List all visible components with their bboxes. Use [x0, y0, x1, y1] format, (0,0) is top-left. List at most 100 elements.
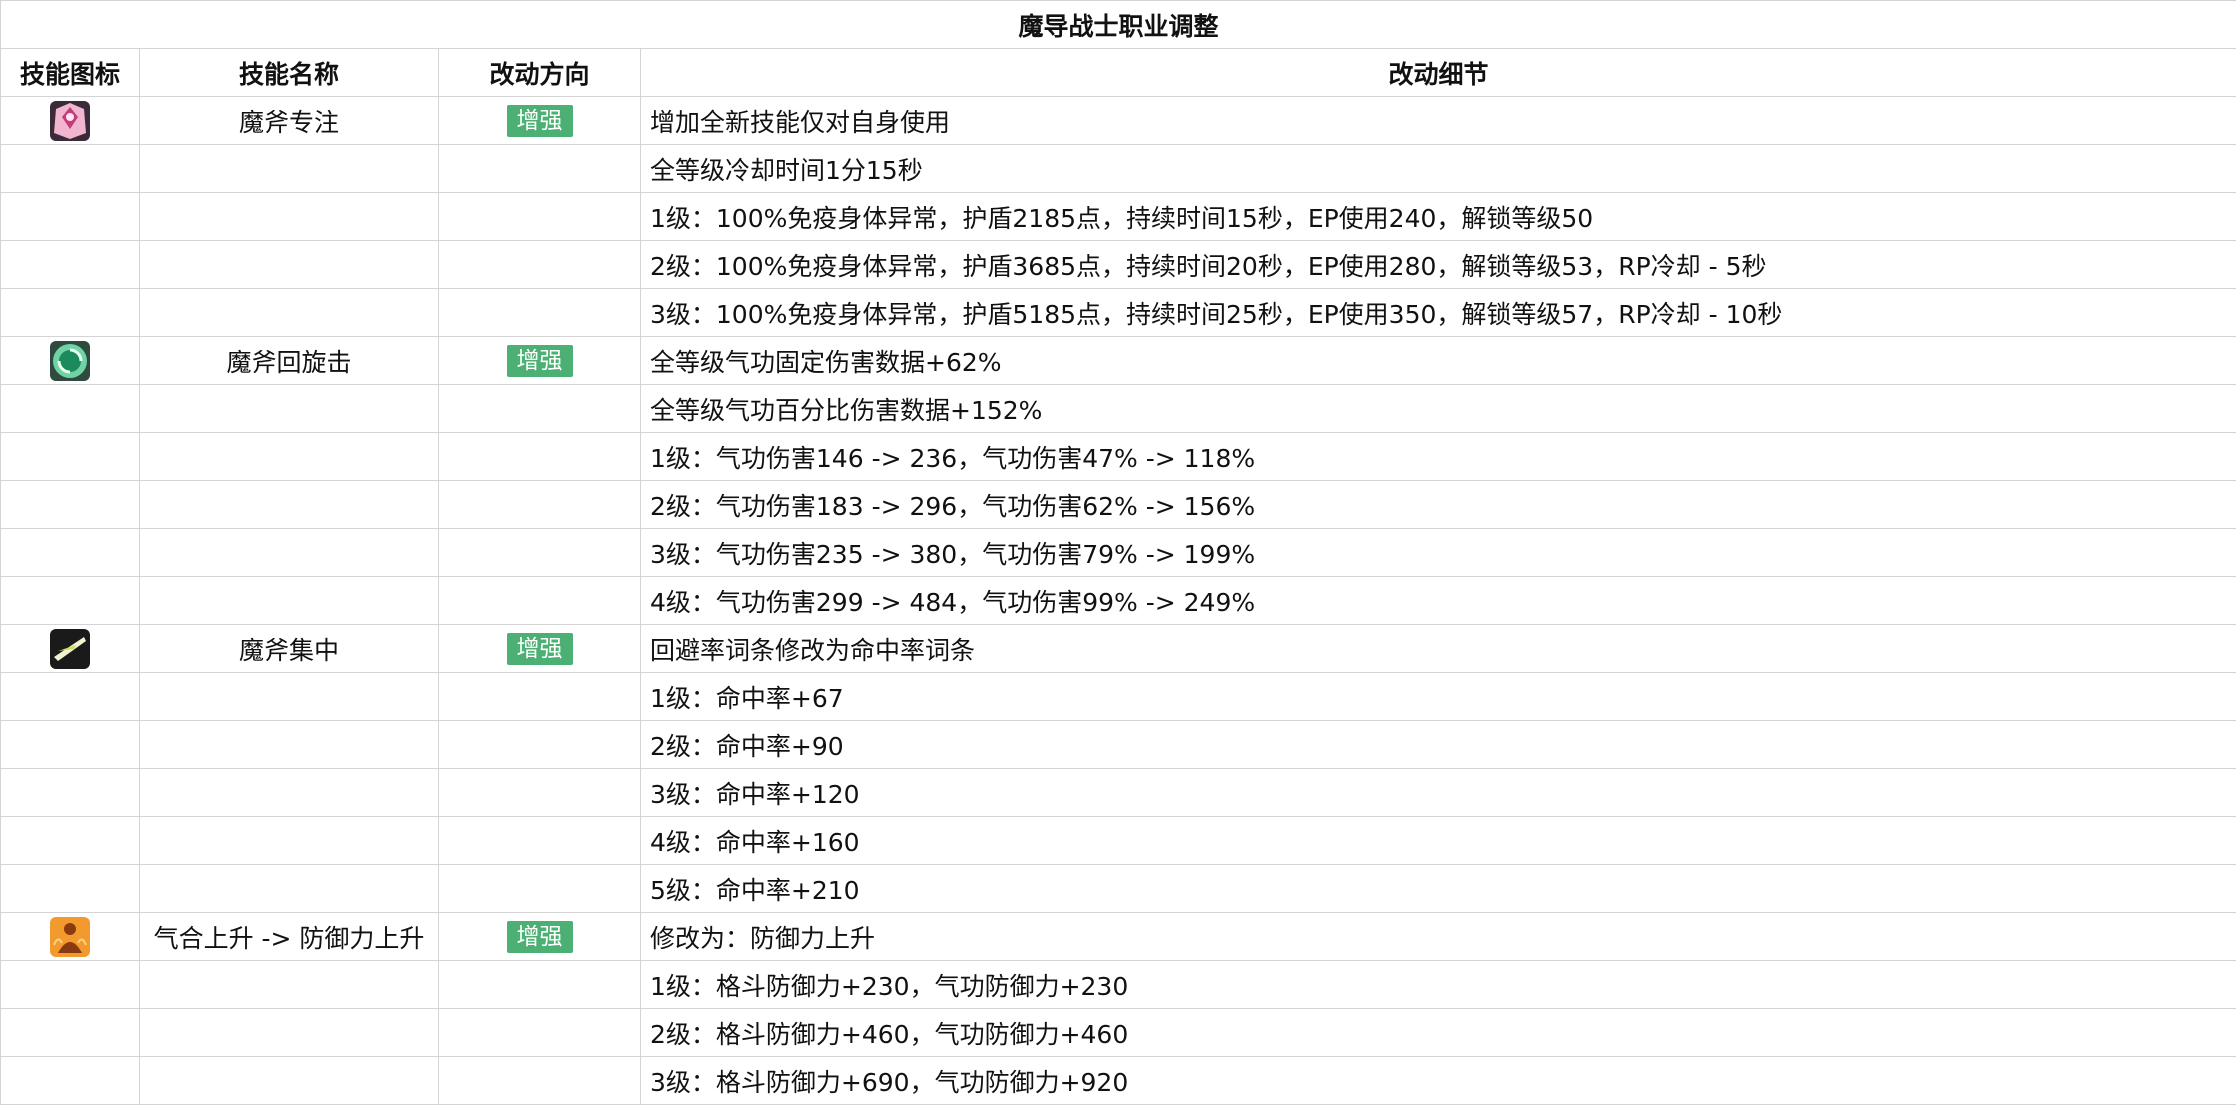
- icon-cell: [0, 816, 140, 865]
- direction-cell: [438, 528, 641, 577]
- table-row: 气合上升 -> 防御力上升 增强 修改为：防御力上升: [0, 912, 2236, 961]
- table-row: 3级：气功伤害235 -> 380，气功伤害79% -> 199%: [0, 528, 2236, 577]
- direction-cell: [438, 672, 641, 721]
- direction-cell: 增强: [438, 96, 641, 145]
- skill-name: 气合上升 -> 防御力上升: [139, 912, 439, 961]
- detail-cell: 5级：命中率+210: [639, 864, 2236, 913]
- direction-badge: 增强: [506, 104, 573, 137]
- slash-icon: [48, 628, 92, 669]
- table-row: 4级：命中率+160: [0, 816, 2236, 865]
- skill-name: [139, 816, 439, 865]
- table-row: 1级：命中率+67: [0, 672, 2236, 721]
- detail-cell: 2级：100%免疫身体异常，护盾3685点，持续时间20秒，EP使用280，解锁…: [639, 240, 2236, 289]
- direction-cell: [438, 720, 641, 769]
- icon-cell: [0, 192, 140, 241]
- table-row: 3级：命中率+120: [0, 768, 2236, 817]
- header-direction: 改动方向: [438, 48, 641, 97]
- icon-cell: [0, 864, 140, 913]
- direction-cell: [438, 864, 641, 913]
- icon-cell: [0, 480, 140, 529]
- direction-cell: [438, 480, 641, 529]
- detail-cell: 4级：命中率+160: [639, 816, 2236, 865]
- direction-badge: 增强: [506, 344, 573, 377]
- detail-cell: 3级：命中率+120: [639, 768, 2236, 817]
- detail-cell: 2级：命中率+90: [639, 720, 2236, 769]
- direction-cell: 增强: [438, 912, 641, 961]
- skill-name: 魔斧集中: [139, 624, 439, 673]
- skill-name: [139, 672, 439, 721]
- icon-cell: [0, 624, 140, 673]
- detail-cell: 3级：100%免疫身体异常，护盾5185点，持续时间25秒，EP使用350，解锁…: [639, 288, 2236, 337]
- detail-cell: 增加全新技能仅对自身使用: [639, 96, 2236, 145]
- icon-cell: [0, 720, 140, 769]
- header-detail: 改动细节: [639, 48, 2236, 97]
- skill-name: [139, 720, 439, 769]
- icon-cell: [0, 1008, 140, 1057]
- table-row: 全等级冷却时间1分15秒: [0, 144, 2236, 193]
- table-row: 全等级气功百分比伤害数据+152%: [0, 384, 2236, 433]
- table-row: 1级：气功伤害146 -> 236，气功伤害47% -> 118%: [0, 432, 2236, 481]
- skill-name: [139, 192, 439, 241]
- icon-cell: [0, 960, 140, 1009]
- skill-adjustment-table: 魔导战士职业调整 技能图标 技能名称 改动方向 改动细节 魔斧专注 增强 增加全新技…: [0, 0, 2236, 1105]
- detail-cell: 1级：命中率+67: [639, 672, 2236, 721]
- skill-name: [139, 768, 439, 817]
- table-row: 3级：格斗防御力+690，气功防御力+920: [0, 1056, 2236, 1105]
- header-icon: 技能图标: [0, 48, 140, 97]
- direction-cell: [438, 768, 641, 817]
- direction-cell: 增强: [438, 336, 641, 385]
- direction-cell: [438, 144, 641, 193]
- fire-figure-icon: [48, 916, 92, 957]
- direction-cell: [438, 960, 641, 1009]
- detail-cell: 2级：气功伤害183 -> 296，气功伤害62% -> 156%: [639, 480, 2236, 529]
- skill-name: [139, 864, 439, 913]
- direction-cell: [438, 432, 641, 481]
- skill-name: [139, 144, 439, 193]
- skill-name: [139, 1056, 439, 1105]
- skill-name: [139, 960, 439, 1009]
- icon-cell: [0, 432, 140, 481]
- icon-cell: [0, 1056, 140, 1105]
- detail-cell: 1级：气功伤害146 -> 236，气功伤害47% -> 118%: [639, 432, 2236, 481]
- icon-cell: [0, 672, 140, 721]
- table-row: 1级：格斗防御力+230，气功防御力+230: [0, 960, 2236, 1009]
- icon-cell: [0, 768, 140, 817]
- detail-cell: 回避率词条修改为命中率词条: [639, 624, 2236, 673]
- icon-cell: [0, 912, 140, 961]
- table-row: 魔斧回旋击 增强 全等级气功固定伤害数据+62%: [0, 336, 2236, 385]
- direction-cell: [438, 576, 641, 625]
- detail-cell: 3级：格斗防御力+690，气功防御力+920: [639, 1056, 2236, 1105]
- detail-cell: 3级：气功伤害235 -> 380，气功伤害79% -> 199%: [639, 528, 2236, 577]
- skill-name: [139, 480, 439, 529]
- detail-cell: 4级：气功伤害299 -> 484，气功伤害99% -> 249%: [639, 576, 2236, 625]
- table-row: 2级：格斗防御力+460，气功防御力+460: [0, 1008, 2236, 1057]
- direction-cell: [438, 240, 641, 289]
- detail-cell: 1级：100%免疫身体异常，护盾2185点，持续时间15秒，EP使用240，解锁…: [639, 192, 2236, 241]
- skill-name: [139, 576, 439, 625]
- icon-cell: [0, 144, 140, 193]
- pink-gem-icon: [48, 100, 92, 141]
- detail-cell: 全等级气功百分比伤害数据+152%: [639, 384, 2236, 433]
- skill-name: [139, 240, 439, 289]
- table-row: 魔斧集中 增强 回避率词条修改为命中率词条: [0, 624, 2236, 673]
- icon-cell: [0, 240, 140, 289]
- skill-name: [139, 1008, 439, 1057]
- table-title: 魔导战士职业调整: [0, 0, 2236, 49]
- detail-cell: 1级：格斗防御力+230，气功防御力+230: [639, 960, 2236, 1009]
- green-spiral-icon: [48, 340, 92, 381]
- direction-cell: [438, 288, 641, 337]
- detail-cell: 2级：格斗防御力+460，气功防御力+460: [639, 1008, 2236, 1057]
- icon-cell: [0, 576, 140, 625]
- table-row: 5级：命中率+210: [0, 864, 2236, 913]
- skill-name: [139, 432, 439, 481]
- skill-name: 魔斧专注: [139, 96, 439, 145]
- table-row: 3级：100%免疫身体异常，护盾5185点，持续时间25秒，EP使用350，解锁…: [0, 288, 2236, 337]
- table-row: 2级：气功伤害183 -> 296，气功伤害62% -> 156%: [0, 480, 2236, 529]
- direction-cell: [438, 816, 641, 865]
- direction-cell: 增强: [438, 624, 641, 673]
- detail-cell: 修改为：防御力上升: [639, 912, 2236, 961]
- table-body: 魔斧专注 增强 增加全新技能仅对自身使用 全等级冷却时间1分15秒 1级：100%免疫身…: [0, 96, 2236, 1105]
- skill-name: [139, 528, 439, 577]
- skill-name: [139, 384, 439, 433]
- table-row: 魔斧专注 增强 增加全新技能仅对自身使用: [0, 96, 2236, 145]
